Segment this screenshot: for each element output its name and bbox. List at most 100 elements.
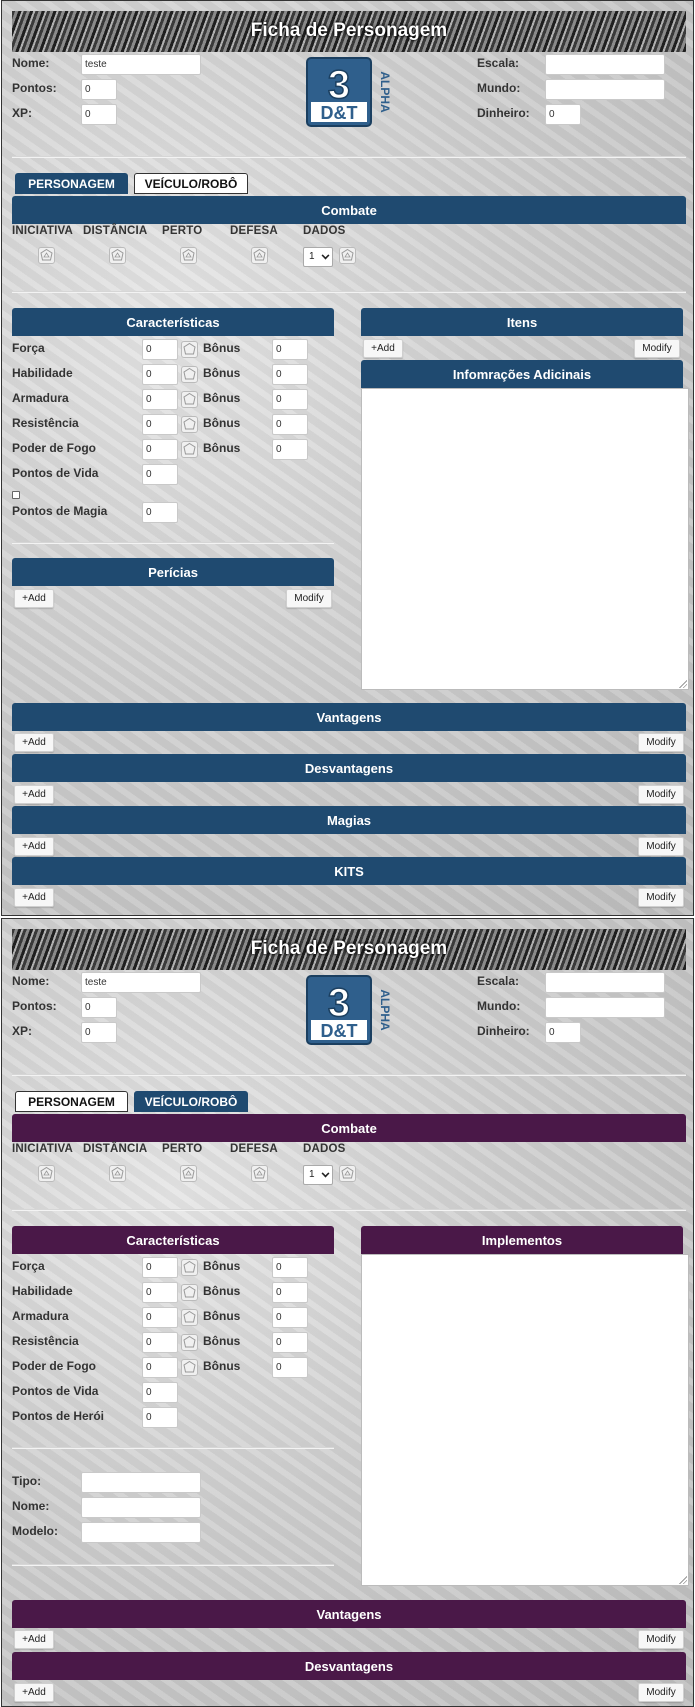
nome-input[interactable]: teste <box>81 972 201 993</box>
vantagens-modify-button[interactable]: Modify <box>638 1630 684 1649</box>
mundo-input[interactable] <box>545 79 665 100</box>
dice-icon[interactable] <box>38 1165 55 1182</box>
habilidade-bonus-input[interactable]: 0 <box>272 1282 308 1303</box>
dice-icon[interactable] <box>181 416 198 433</box>
tab-veiculo-robo[interactable]: VEÍCULO/ROBÔ <box>134 1091 248 1112</box>
forca-input[interactable]: 0 <box>142 1257 178 1278</box>
poder-de-fogo-input[interactable]: 0 <box>142 1357 178 1378</box>
tab-veiculo-robo[interactable]: VEÍCULO/ROBÔ <box>134 173 248 194</box>
dice-icon[interactable] <box>38 247 55 264</box>
dice-icon[interactable] <box>181 341 198 358</box>
pericias-add-button[interactable]: +Add <box>14 589 54 608</box>
pericias-modify-button[interactable]: Modify <box>286 589 332 608</box>
habilidade-input[interactable]: 0 <box>142 1282 178 1303</box>
escala-label: Escala: <box>477 56 520 70</box>
pontos-de-magia-input[interactable]: 0 <box>142 502 178 523</box>
pontos-de-vida-input[interactable]: 0 <box>142 464 178 485</box>
armadura-input[interactable]: 0 <box>142 1307 178 1328</box>
col-defesa: DEFESA <box>230 225 278 237</box>
pontos-input[interactable]: 0 <box>81 997 117 1018</box>
dice-icon[interactable] <box>181 1309 198 1326</box>
poder-de-fogo-bonus-input[interactable]: 0 <box>272 1357 308 1378</box>
veiculo-nome-input[interactable] <box>81 1497 201 1518</box>
dinheiro-input[interactable]: 0 <box>545 1022 581 1043</box>
habilidade-input[interactable]: 0 <box>142 364 178 385</box>
forca-bonus-input[interactable]: 0 <box>272 339 308 360</box>
forca-input[interactable]: 0 <box>142 339 178 360</box>
armadura-bonus-input[interactable]: 0 <box>272 1307 308 1328</box>
resize-grip-icon[interactable] <box>678 1575 687 1584</box>
dinheiro-label: Dinheiro: <box>477 1024 530 1038</box>
tipo-input[interactable] <box>81 1472 201 1493</box>
pontos-de-vida-input[interactable]: 0 <box>142 1382 178 1403</box>
character-sheet-veiculo: Ficha de Personagem Nome: teste Pontos: … <box>1 918 694 1707</box>
escala-input[interactable] <box>545 54 665 75</box>
title-banner: Ficha de Personagem <box>12 929 686 970</box>
combate-header: Combate <box>12 196 686 224</box>
dice-icon[interactable] <box>339 247 356 264</box>
poder-de-fogo-input[interactable]: 0 <box>142 439 178 460</box>
dice-icon[interactable] <box>109 247 126 264</box>
dice-icon[interactable] <box>109 1165 126 1182</box>
dinheiro-input[interactable]: 0 <box>545 104 581 125</box>
dados-select[interactable]: 1 <box>303 247 333 267</box>
xp-input[interactable]: 0 <box>81 1022 117 1043</box>
forca-bonus-input[interactable]: 0 <box>272 1257 308 1278</box>
tipo-label: Tipo: <box>12 1474 42 1488</box>
xp-input[interactable]: 0 <box>81 104 117 125</box>
desvantagens-modify-button[interactable]: Modify <box>638 785 684 804</box>
dice-icon[interactable] <box>251 247 268 264</box>
dados-selected-value: 1 <box>309 251 315 262</box>
resistencia-input[interactable]: 0 <box>142 1332 178 1353</box>
pontos-de-heroi-input[interactable]: 0 <box>142 1407 178 1428</box>
armadura-input[interactable]: 0 <box>142 389 178 410</box>
tab-personagem[interactable]: PERSONAGEM <box>15 1091 128 1112</box>
magias-modify-button[interactable]: Modify <box>638 837 684 856</box>
itens-add-button[interactable]: +Add <box>363 339 403 358</box>
magias-add-button[interactable]: +Add <box>14 837 54 856</box>
nome-input[interactable]: teste <box>81 54 201 75</box>
dice-icon[interactable] <box>181 1259 198 1276</box>
pontos-input[interactable]: 0 <box>81 79 117 100</box>
vantagens-add-button[interactable]: +Add <box>14 1630 54 1649</box>
mundo-label: Mundo: <box>477 999 521 1013</box>
modelo-input[interactable] <box>81 1522 201 1543</box>
info-adicional-textarea[interactable] <box>361 388 689 690</box>
magia-checkbox[interactable] <box>12 491 20 499</box>
desvantagens-add-button[interactable]: +Add <box>14 785 54 804</box>
dice-icon[interactable] <box>339 1165 356 1182</box>
habilidade-bonus-input[interactable]: 0 <box>272 364 308 385</box>
poder-de-fogo-bonus-input[interactable]: 0 <box>272 439 308 460</box>
vantagens-modify-button[interactable]: Modify <box>638 733 684 752</box>
divider <box>12 542 334 543</box>
resize-grip-icon[interactable] <box>678 679 687 688</box>
tab-personagem[interactable]: PERSONAGEM <box>15 173 128 194</box>
resistencia-bonus-input[interactable]: 0 <box>272 414 308 435</box>
dados-select[interactable]: 1 <box>303 1165 333 1185</box>
armadura-bonus-input[interactable]: 0 <box>272 389 308 410</box>
dice-icon[interactable] <box>181 366 198 383</box>
resistencia-bonus-label: Bônus <box>203 1334 241 1348</box>
resistencia-bonus-input[interactable]: 0 <box>272 1332 308 1353</box>
dice-icon[interactable] <box>181 391 198 408</box>
dice-icon[interactable] <box>181 1284 198 1301</box>
dice-icon[interactable] <box>181 441 198 458</box>
dice-icon[interactable] <box>180 1165 197 1182</box>
implementos-textarea[interactable] <box>361 1254 689 1586</box>
itens-modify-button[interactable]: Modify <box>634 339 680 358</box>
caracteristicas-header: Características <box>12 308 334 336</box>
escala-input[interactable] <box>545 972 665 993</box>
resistencia-input[interactable]: 0 <box>142 414 178 435</box>
armadura-label: Armadura <box>12 1309 69 1323</box>
dice-icon[interactable] <box>181 1334 198 1351</box>
mundo-input[interactable] <box>545 997 665 1018</box>
dice-icon[interactable] <box>251 1165 268 1182</box>
dice-icon[interactable] <box>181 1359 198 1376</box>
kits-modify-button[interactable]: Modify <box>638 888 684 907</box>
desvantagens-modify-button[interactable]: Modify <box>638 1683 684 1702</box>
habilidade-label: Habilidade <box>12 1284 73 1298</box>
vantagens-add-button[interactable]: +Add <box>14 733 54 752</box>
dice-icon[interactable] <box>180 247 197 264</box>
desvantagens-add-button[interactable]: +Add <box>14 1683 54 1702</box>
kits-add-button[interactable]: +Add <box>14 888 54 907</box>
